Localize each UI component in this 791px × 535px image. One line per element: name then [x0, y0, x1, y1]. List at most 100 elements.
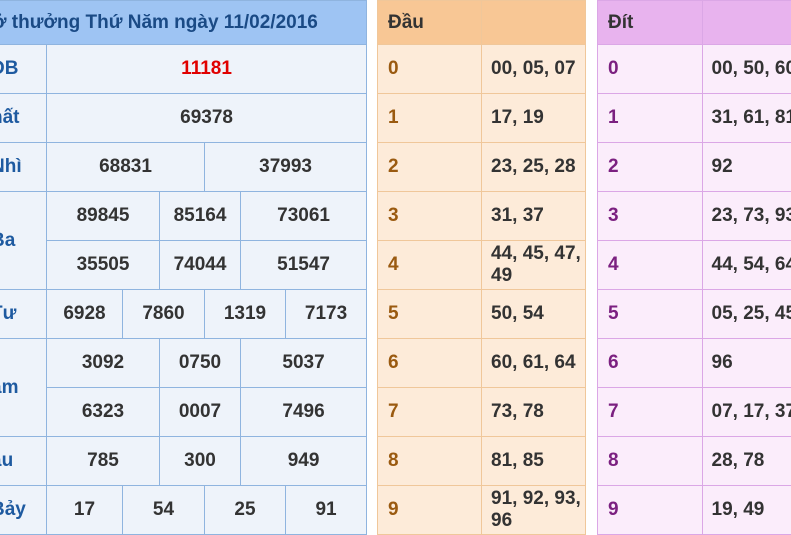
prize-number: 7860 [122, 289, 205, 339]
dit-values: 05, 25, 45, 85 [701, 289, 791, 339]
dit-digit: 3 [597, 191, 703, 241]
dau-digit: 4 [377, 240, 482, 290]
prize-name: hất [0, 93, 47, 143]
prize-row-second: Nhì 68831 37993 [0, 142, 368, 192]
dau-row: 0 00, 05, 07 [377, 44, 586, 94]
prize-number: 17 [46, 485, 123, 535]
dau-row: 8 81, 85 [377, 436, 586, 486]
prize-number: 949 [239, 436, 368, 486]
prize-number: 3092 [46, 338, 160, 388]
prize-row-db: ĐB 11181 [0, 44, 368, 94]
dau-digit: 2 [377, 142, 482, 192]
dau-values: 17, 19 [481, 93, 586, 143]
dit-values: 07, 17, 37, 47 [701, 387, 791, 437]
prize-number: 85164 [159, 191, 241, 241]
dit-digit: 5 [597, 289, 703, 339]
dit-row: 6 96 [597, 338, 791, 388]
prize-number: 54 [122, 485, 205, 535]
dit-row: 505, 25, 45, 85 [597, 289, 791, 339]
dau-row: 4 44, 45, 47, 49 [377, 240, 586, 290]
prize-number: 69378 [45, 93, 368, 143]
dau-row: 7 73, 78 [377, 387, 586, 437]
dau-values: 73, 78 [481, 387, 586, 437]
dau-values: 81, 85 [481, 436, 586, 486]
dau-digit: 9 [377, 485, 482, 535]
dit-row: 9 19, 49 [597, 485, 791, 535]
prize-number: 1319 [204, 289, 286, 339]
dit-row: 8 28, 78 [597, 436, 791, 486]
dau-row: 5 50, 54 [377, 289, 586, 339]
prize-number: 37993 [203, 142, 368, 192]
dit-digit: 0 [597, 44, 703, 94]
dau-digit: 3 [377, 191, 482, 241]
dau-digit: 5 [377, 289, 482, 339]
prize-number: 68831 [46, 142, 205, 192]
dit-digit: 1 [597, 93, 703, 143]
dit-row: 131, 61, 81, 91 [597, 93, 791, 143]
dau-values: 31, 37 [481, 191, 586, 241]
dit-row: 2 92 [597, 142, 791, 192]
dit-row: 0 00, 50, 60 [597, 44, 791, 94]
dit-row: 4 44, 54, 64 [597, 240, 791, 290]
prize-number: 51547 [239, 240, 368, 290]
dit-digit: 2 [597, 142, 703, 192]
dit-values: 96 [701, 338, 791, 388]
dit-header: Đít [597, 0, 703, 45]
dau-values: 91, 92, 93, 96 [481, 485, 586, 535]
prize-number: 25 [204, 485, 286, 535]
dit-row: 3 23, 73, 93 [597, 191, 791, 241]
dit-digit: 7 [597, 387, 703, 437]
prize-number: 89845 [46, 191, 160, 241]
dit-values: 31, 61, 81, 91 [701, 93, 791, 143]
prize-name: Nhì [0, 142, 47, 192]
dau-digit: 7 [377, 387, 482, 437]
dit-digit: 8 [597, 436, 703, 486]
prize-number: 5037 [239, 338, 368, 388]
prize-row-fifth: ăm 3092 0750 5037 [0, 338, 368, 437]
dit-values: 19, 49 [701, 485, 791, 535]
dit-digit: 9 [597, 485, 703, 535]
prize-name: ĐB [0, 44, 47, 94]
dau-digit: 1 [377, 93, 482, 143]
prize-number: 0007 [159, 387, 241, 437]
head-digit-table: Đầu 0 00, 05, 07 1 17, 19 2 23, 25, 28 3 31, 37… [377, 0, 586, 535]
dau-header: Đầu [377, 0, 482, 45]
dau-row: 9 91, 92, 93, 96 [377, 485, 586, 535]
dau-values: 23, 25, 28 [481, 142, 586, 192]
prize-number: 7173 [284, 289, 368, 339]
dit-digit: 4 [597, 240, 703, 290]
prize-number: 6928 [46, 289, 123, 339]
prize-number: 785 [46, 436, 160, 486]
prize-row-third: Ba 89845 85164 73061 [0, 191, 368, 290]
prize-row-fifth-2: 6323 0007 7496 [0, 387, 368, 437]
prize-row-seventh: Bảy 17 54 25 91 [0, 485, 368, 535]
dit-row: 707, 17, 37, 47 [597, 387, 791, 437]
prize-name: Tư [0, 289, 47, 339]
prize-name: Bảy [0, 485, 47, 535]
dit-values: 28, 78 [701, 436, 791, 486]
prize-name: ăm [0, 338, 47, 437]
dau-header-blank [481, 0, 586, 45]
dau-row: 6 60, 61, 64 [377, 338, 586, 388]
dau-digit: 8 [377, 436, 482, 486]
dit-digit: 6 [597, 338, 703, 388]
tail-digit-table: Đít 000, 50, 60131, 61, 81, 91292323, 73… [597, 0, 791, 535]
prize-name: Ba [0, 191, 47, 290]
dit-header-blank [701, 0, 791, 45]
prize-number: 74044 [159, 240, 241, 290]
dau-row: 1 17, 19 [377, 93, 586, 143]
dau-values: 50, 54 [481, 289, 586, 339]
dau-row: 2 23, 25, 28 [377, 142, 586, 192]
prize-number: 0750 [159, 338, 241, 388]
dau-row: 3 31, 37 [377, 191, 586, 241]
prize-row-first: hất 69378 [0, 93, 368, 143]
prize-row-fourth: Tư 6928 7860 1319 7173 [0, 289, 368, 339]
dau-values: 60, 61, 64 [481, 338, 586, 388]
prize-number: 6323 [46, 387, 160, 437]
dit-values: 23, 73, 93 [701, 191, 791, 241]
prize-number: 7496 [239, 387, 368, 437]
prize-number: 35505 [46, 240, 160, 290]
dau-values: 44, 45, 47, 49 [481, 240, 586, 290]
prize-number: 300 [159, 436, 241, 486]
dit-values: 92 [701, 142, 791, 192]
